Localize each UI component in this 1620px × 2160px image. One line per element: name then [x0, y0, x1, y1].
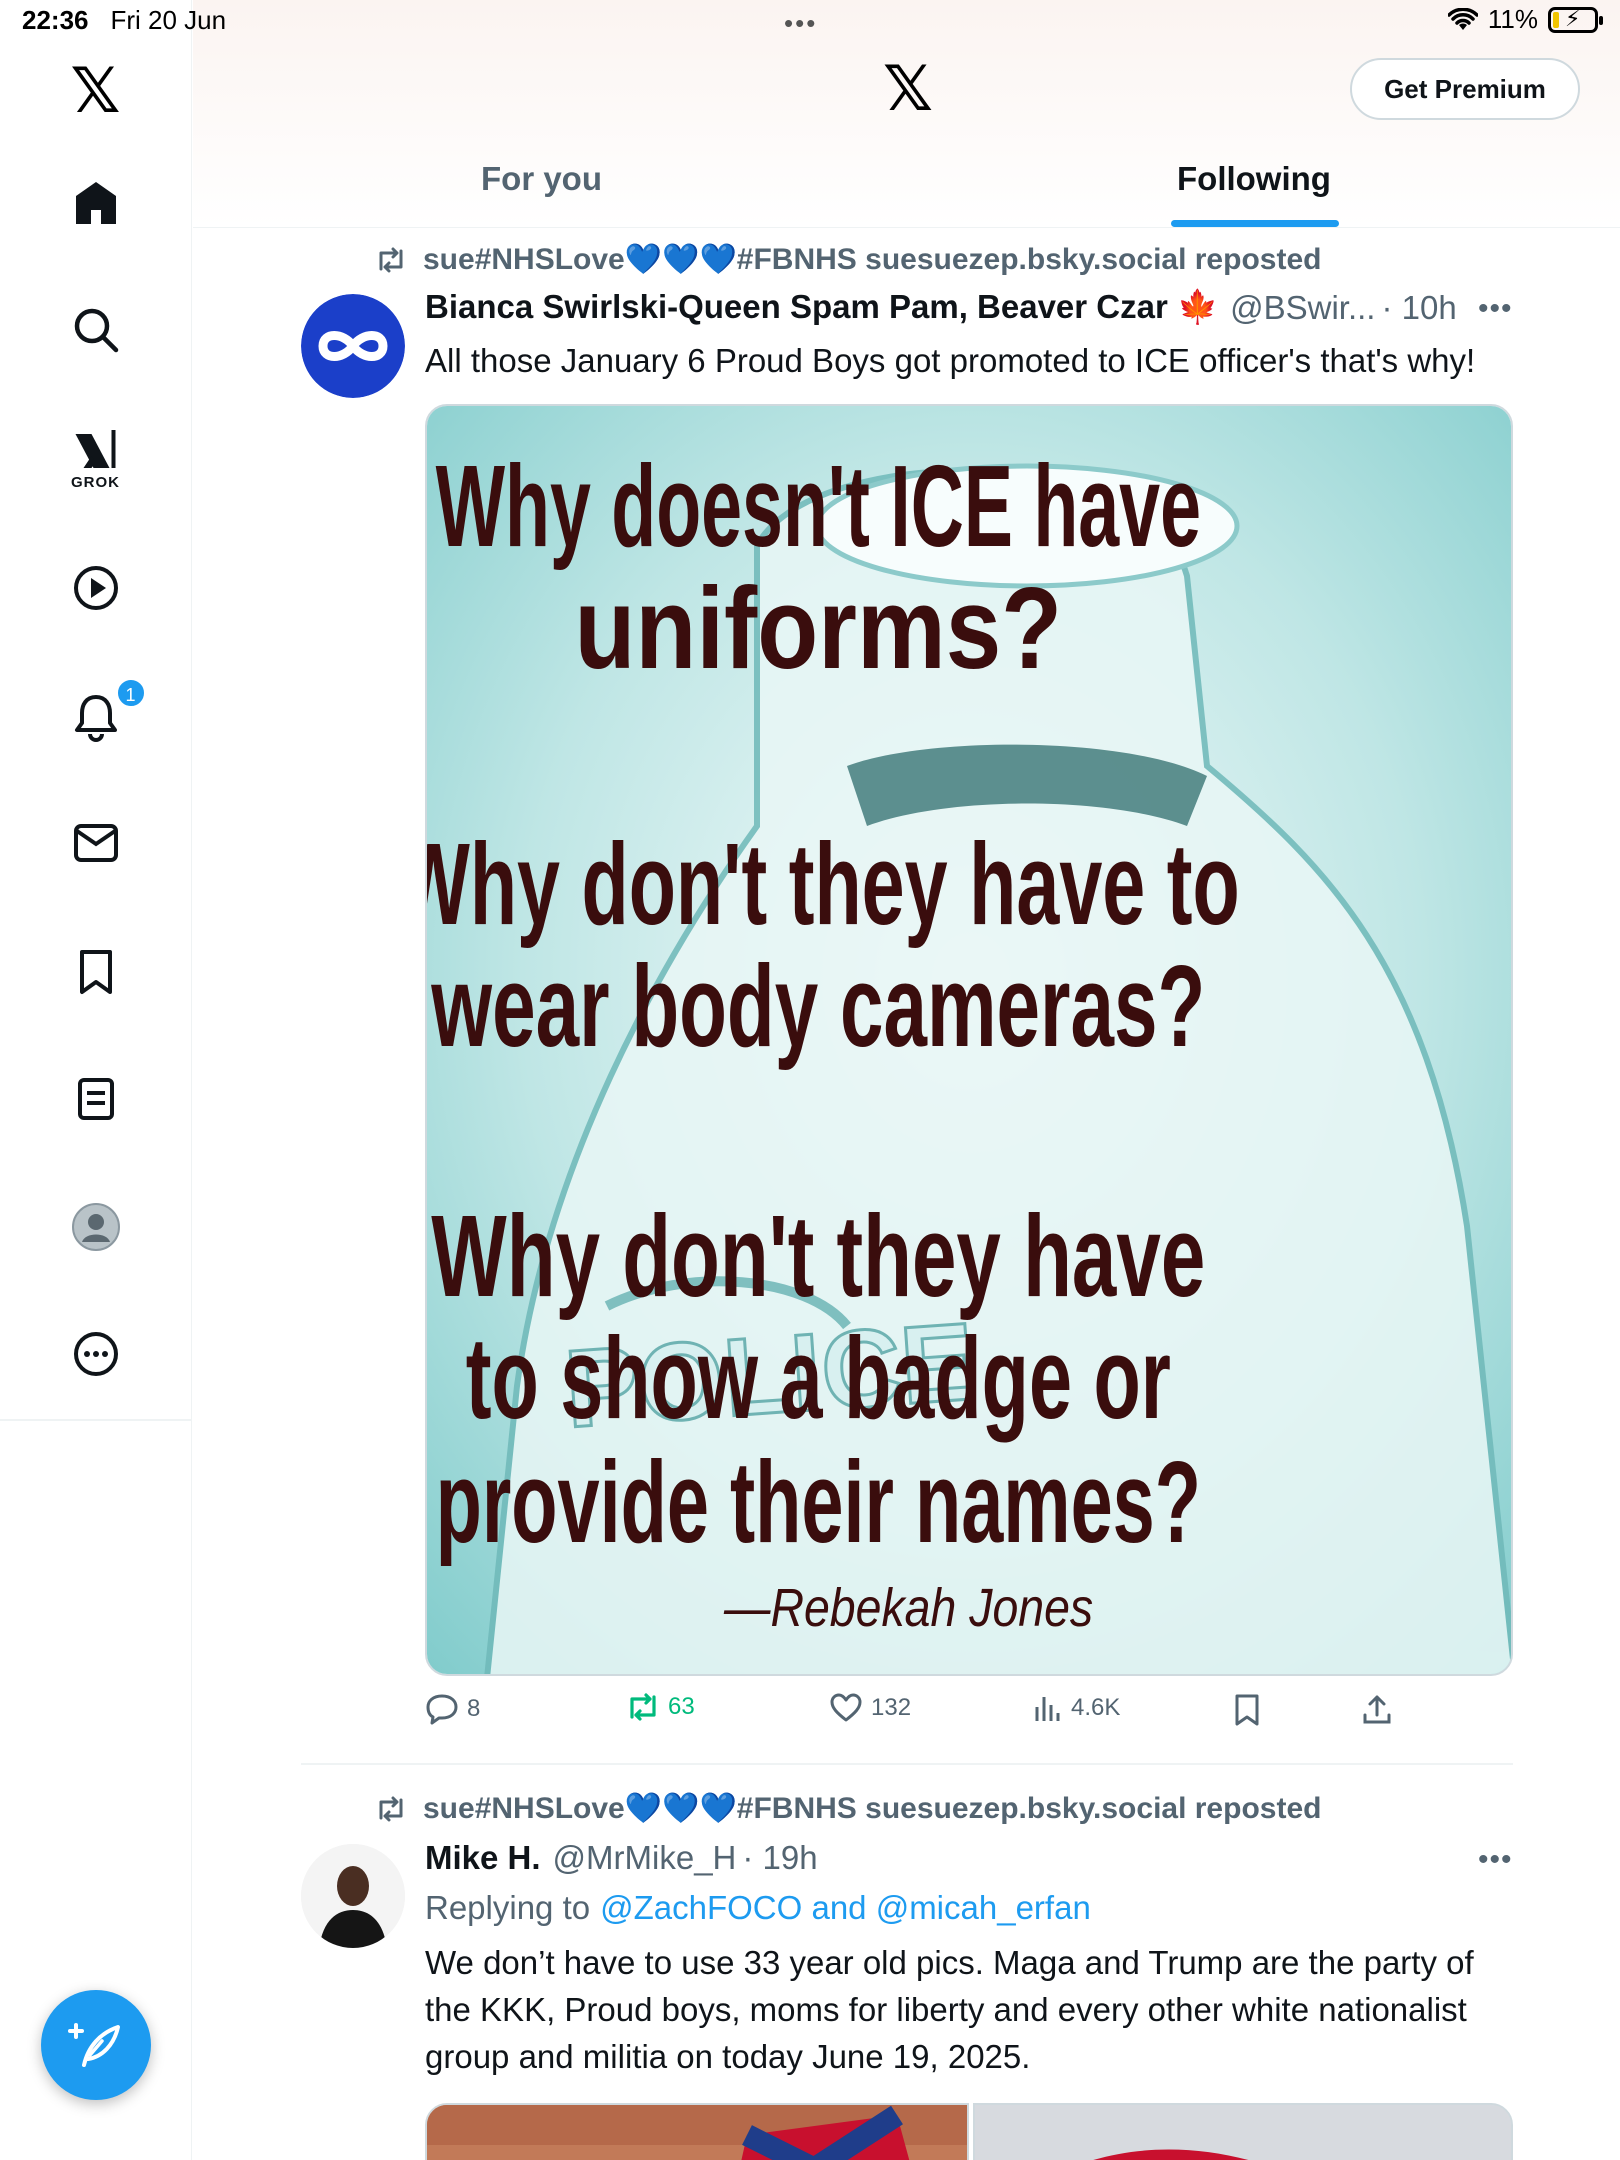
replying-to-line: Replying to @ZachFOCO and @micah_erfan — [425, 1889, 1091, 1927]
repost-context: sue#NHSLove💙💙💙#FBNHS suesuezep.bsky.soci… — [375, 242, 1321, 277]
sidebar-item-lists[interactable] — [76, 1076, 116, 1122]
timeline-feed: sue#NHSLove💙💙💙#FBNHS suesuezep.bsky.soci… — [193, 229, 1620, 2160]
status-bar: 22:36 Fri 20 Jun ••• 11% ⚡ — [0, 0, 1620, 40]
play-icon — [73, 566, 118, 610]
tweet-time[interactable]: · 19h — [742, 1839, 817, 1877]
like-count: 132 — [871, 1694, 912, 1721]
sidebar-item-grok[interactable]: GROK — [71, 428, 120, 491]
sidebar-item-explore[interactable] — [72, 306, 120, 354]
meme-line-7: provide their names? — [436, 1437, 1201, 1567]
reply-count: 8 — [467, 1695, 481, 1722]
repost-context-text[interactable]: sue#NHSLove💙💙💙#FBNHS suesuezep.bsky.soci… — [423, 242, 1321, 277]
sidebar-item-notifications[interactable]: 1 — [72, 678, 146, 742]
views-count: 4.6K — [1071, 1694, 1121, 1721]
tweet-text: We don’t have to use 33 year old pics. M… — [425, 1944, 1474, 2075]
author-name[interactable]: Mike H. — [425, 1839, 541, 1877]
tweet-text: All those January 6 Proud Boys got promo… — [425, 342, 1476, 379]
compose-feather-icon — [68, 2023, 120, 2067]
repost-icon — [379, 247, 403, 272]
sidebar-item-videos[interactable] — [72, 564, 120, 612]
home-icon — [75, 182, 116, 224]
sidebar-item-bookmarks[interactable] — [76, 948, 116, 996]
battery-percent: 11% — [1487, 4, 1538, 34]
grok-label: GROK — [71, 474, 120, 491]
tweet-image[interactable] — [425, 2103, 969, 2160]
meme-attribution: —Rebekah Jones — [723, 1577, 1093, 1638]
more-icon — [73, 1332, 118, 1376]
active-tab-indicator — [1171, 220, 1339, 227]
multitasking-dots[interactable]: ••• — [784, 8, 817, 39]
views-button[interactable]: 4.6K — [1033, 1693, 1120, 1723]
reply-icon — [426, 1694, 458, 1725]
meme-line-1: Why doesn't ICE have — [436, 441, 1201, 571]
meme-line-6: to show a badge or — [466, 1313, 1171, 1443]
mail-icon — [73, 824, 118, 862]
battery-icon: ⚡ — [1548, 6, 1603, 33]
tweet-header: Bianca Swirlski-Queen Spam Pam, Beaver C… — [425, 288, 1457, 327]
repost-icon — [379, 1796, 403, 1821]
share-icon — [1363, 1695, 1391, 1724]
avatar[interactable] — [301, 294, 405, 398]
repost-button[interactable]: 63 — [626, 1693, 695, 1721]
meme-line-2: uniforms? — [574, 563, 1062, 693]
sidebar-item-more[interactable] — [72, 1330, 120, 1378]
user-photo-avatar — [301, 1844, 405, 1948]
replying-to-prefix: Replying to — [425, 1889, 591, 1926]
grok-icon — [75, 430, 116, 468]
status-time: 22:36 — [22, 4, 89, 35]
avatar[interactable] — [301, 1844, 405, 1948]
list-icon — [77, 1078, 114, 1120]
sidebar-item-home[interactable] — [72, 180, 120, 226]
flag-photo-image — [427, 2105, 967, 2160]
tweet-separator — [301, 1763, 1513, 1765]
author-handle[interactable]: @BSwir... — [1230, 289, 1375, 327]
sidebar-logo[interactable]: 𝕏 — [71, 60, 121, 122]
repost-context-text[interactable]: sue#NHSLove💙💙💙#FBNHS suesuezep.bsky.soci… — [423, 1791, 1321, 1826]
sidebar-divider — [0, 1419, 192, 1421]
x-logo-icon: 𝕏 — [70, 54, 121, 127]
get-premium-button[interactable]: Get Premium — [1350, 58, 1580, 120]
meme-line-3: Why don't they have to — [427, 819, 1240, 949]
tab-for-you[interactable]: For you — [481, 160, 602, 198]
bookmark-icon — [1235, 1694, 1259, 1726]
heart-icon — [830, 1693, 862, 1722]
meme-line-5: Why don't they have — [431, 1191, 1205, 1321]
tweet-image[interactable]: POLICE Why doesn't ICE have uniforms? Wh… — [425, 404, 1513, 1676]
repost-context: sue#NHSLove💙💙💙#FBNHS suesuezep.bsky.soci… — [375, 1791, 1321, 1826]
status-right: 11% ⚡ — [1447, 4, 1603, 35]
x-logo-header-icon[interactable]: 𝕏 — [883, 58, 933, 120]
ice-meme-image: POLICE Why doesn't ICE have uniforms? Wh… — [427, 406, 1511, 1674]
views-chart-icon — [1035, 1697, 1060, 1721]
bookmark-icon — [79, 950, 112, 994]
profile-icon — [71, 1203, 120, 1251]
replying-to-users[interactable]: @ZachFOCO and @micah_erfan — [600, 1889, 1091, 1927]
sidebar-item-profile[interactable] — [71, 1202, 121, 1252]
meme-line-4: wear body cameras? — [431, 941, 1206, 1071]
bell-icon — [74, 695, 117, 742]
status-date: Fri 20 Jun — [110, 4, 227, 35]
repost-count: 63 — [668, 1693, 695, 1720]
author-name[interactable]: Bianca Swirlski-Queen Spam Pam, Beaver C… — [425, 288, 1218, 327]
compose-post-button[interactable] — [41, 1990, 151, 2100]
flag-photo-image — [975, 2105, 1511, 2160]
tab-following[interactable]: Following — [1177, 160, 1331, 198]
like-button[interactable]: 132 — [829, 1693, 911, 1723]
tweet-time[interactable]: · 10h — [1381, 289, 1456, 327]
share-button[interactable] — [1361, 1693, 1393, 1725]
tweet-image[interactable] — [973, 2103, 1513, 2160]
author-handle[interactable]: @MrMike_H — [553, 1839, 737, 1877]
bookmark-button[interactable] — [1233, 1693, 1261, 1727]
infinity-avatar-icon — [301, 294, 405, 398]
repost-icon — [630, 1693, 656, 1721]
sidebar: 𝕏 GROK 1 — [0, 0, 192, 2160]
wifi-icon — [1447, 7, 1478, 30]
sidebar-item-messages[interactable] — [72, 822, 120, 864]
reply-button[interactable]: 8 — [425, 1693, 480, 1725]
search-icon — [74, 308, 118, 353]
tweet-header: Mike H. @MrMike_H · 19h — [425, 1839, 818, 1877]
tweet-more-icon[interactable]: ••• — [1478, 292, 1513, 326]
tweet-more-icon[interactable]: ••• — [1478, 1843, 1513, 1877]
notification-badge: 1 — [115, 678, 146, 708]
